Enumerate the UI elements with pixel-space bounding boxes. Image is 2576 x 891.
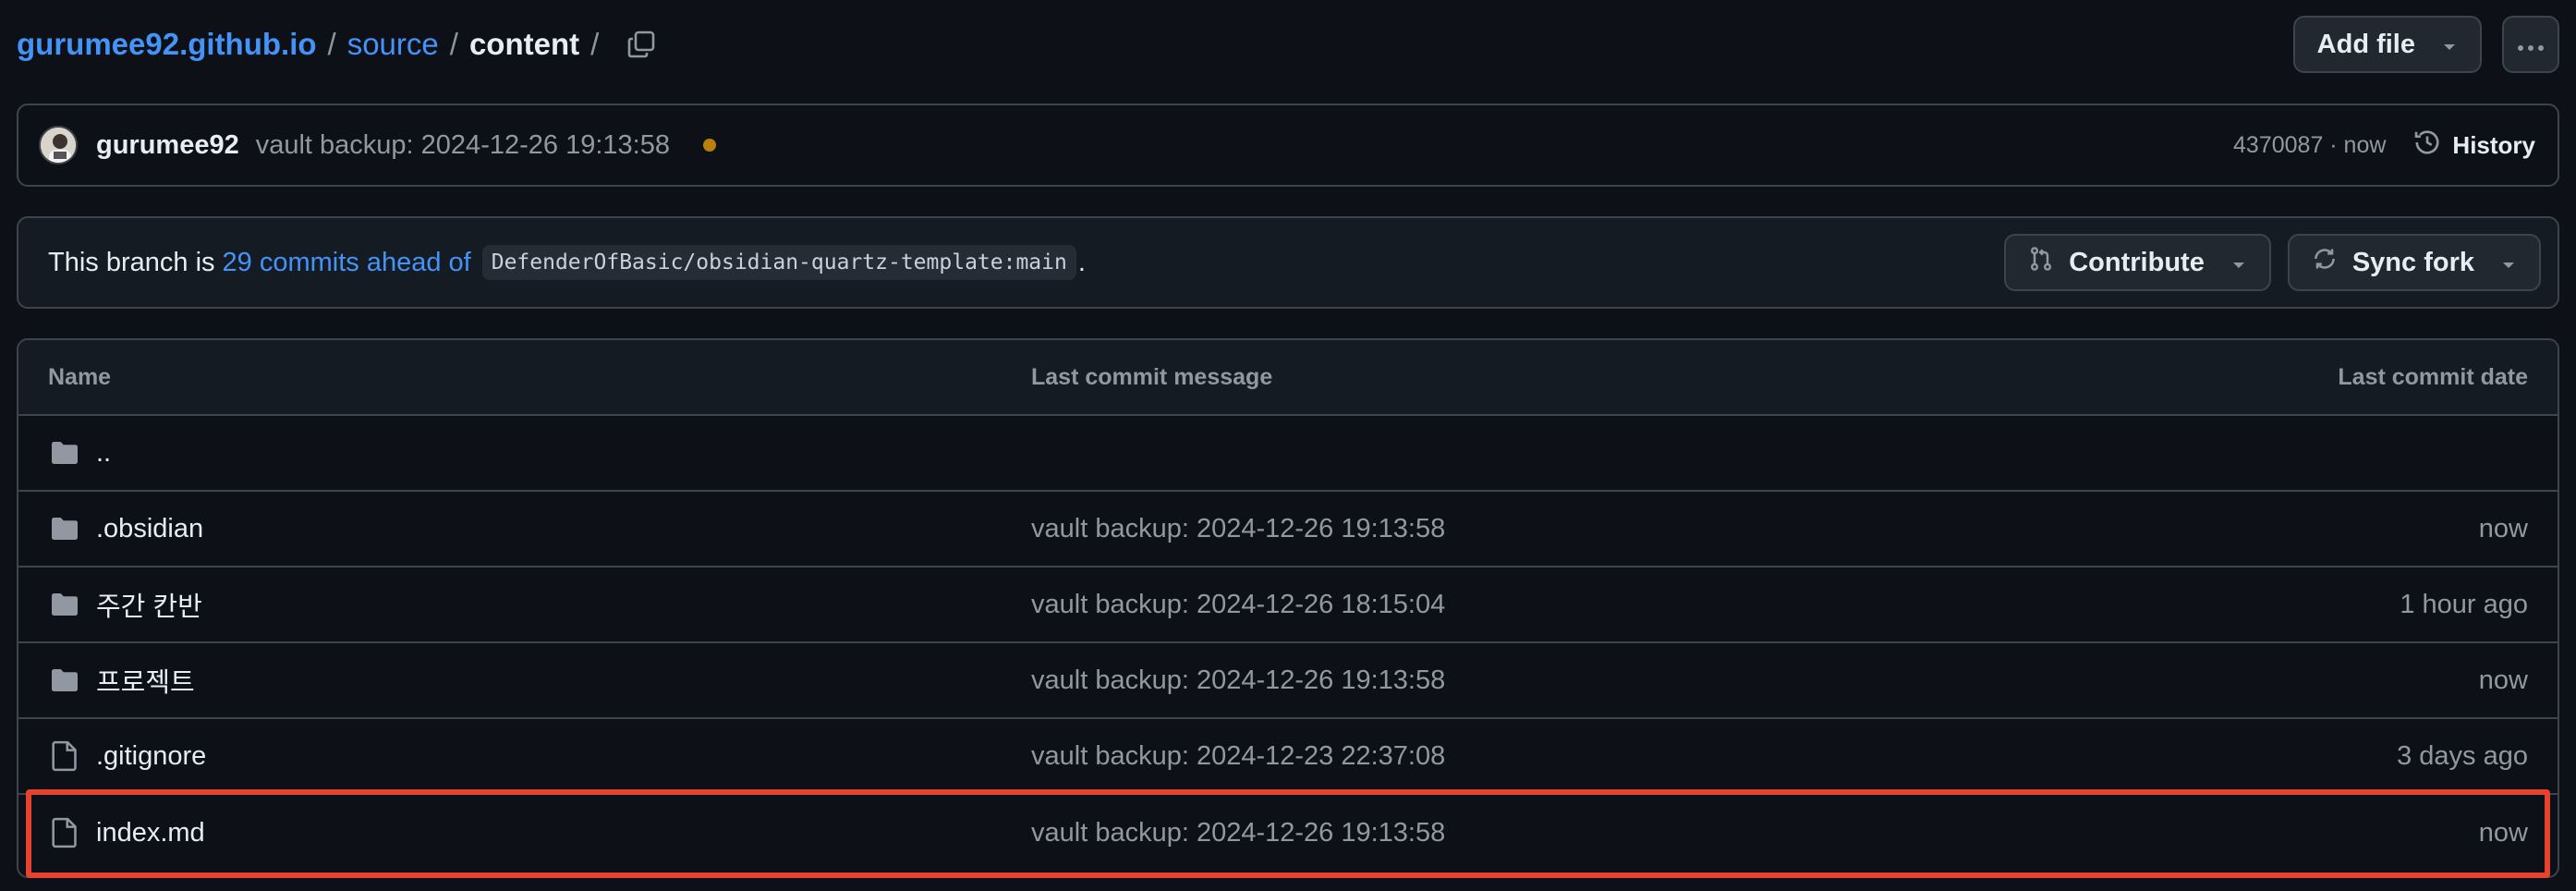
commit-info: gurumee92 vault backup: 2024-12-26 19:13… [39,126,716,165]
history-icon [2413,128,2441,163]
file-icon [48,817,81,848]
branch-actions: Contribute Sync fork [2004,234,2541,291]
branch-status-text: This branch is 29 commits ahead of Defen… [48,245,1086,280]
row-name-link[interactable]: 주간 칸반 [96,585,202,624]
table-row[interactable]: index.md vault backup: 2024-12-26 19:13:5… [18,795,2558,871]
table-header: Name Last commit message Last commit dat… [18,340,2558,416]
row-commit-date: now [2478,513,2528,543]
sync-fork-label: Sync fork [2351,247,2474,277]
column-header-name: Name [48,363,112,390]
branch-status-suffix: . [1077,247,1086,277]
file-icon [48,740,81,772]
folder-icon [48,592,81,617]
top-actions: Add file [2292,16,2559,73]
row-name-cell: .gitignore [18,740,1031,772]
sync-icon [2312,246,2338,279]
breadcrumb-separator: / [449,27,458,61]
contribute-button[interactable]: Contribute [2004,234,2271,291]
commit-message-link[interactable]: vault backup: 2024-12-26 19:13:58 [256,130,670,161]
breadcrumb: gurumee92.github.io / source / content / [17,27,656,62]
table-row[interactable]: .obsidian vault backup: 2024-12-26 19:13:… [18,492,2558,568]
column-header-date: Last commit date [2338,363,2528,390]
more-options-button[interactable] [2502,16,2559,73]
commit-status-dot-icon[interactable] [702,139,716,152]
row-commit-message[interactable]: vault backup: 2024-12-26 19:13:58 [1031,818,1911,848]
row-commit-date: now [2478,817,2528,848]
sync-fork-button[interactable]: Sync fork [2287,234,2541,291]
row-name-cell: .obsidian [18,514,1031,544]
folder-icon [48,440,81,466]
commit-author-link[interactable]: gurumee92 [96,130,239,161]
breadcrumb-current: content [468,27,580,61]
table-row[interactable]: 프로젝트 vault backup: 2024-12-26 19:13:58 now [18,643,2558,719]
chevron-down-icon [2230,248,2247,278]
avatar[interactable] [39,126,78,165]
row-name-cell: .. [18,438,1031,469]
history-button[interactable]: History [2413,128,2535,163]
breadcrumb-repo-link[interactable]: gurumee92.github.io [17,27,317,62]
row-commit-message[interactable]: vault backup: 2024-12-23 22:37:08 [1031,741,1911,772]
upstream-branch-chip: DefenderOfBasic/obsidian-quartz-template… [481,245,1076,280]
row-commit-message[interactable]: vault backup: 2024-12-26 18:15:04 [1031,590,1911,620]
git-pull-request-icon [2028,246,2054,279]
row-commit-message[interactable]: vault backup: 2024-12-26 19:13:58 [1031,514,1911,544]
table-row[interactable]: 주간 칸반 vault backup: 2024-12-26 18:15:04 1 … [18,568,2558,643]
branch-status-bar: This branch is 29 commits ahead of Defen… [17,216,2559,309]
column-header-message: Last commit message [1031,363,1273,390]
row-name-link[interactable]: .obsidian [96,514,203,544]
folder-icon [48,667,81,693]
commits-ahead-link[interactable]: 29 commits ahead of [223,248,471,278]
page-header: gurumee92.github.io / source / content /… [17,0,2559,89]
row-name-link[interactable]: 프로젝트 [96,661,195,700]
breadcrumb-separator: / [327,27,336,61]
commit-hash-time[interactable]: 4370087 · now [2233,132,2386,159]
add-file-label: Add file [2316,29,2415,59]
row-commit-date: now [2478,665,2528,695]
commit-meta: 4370087 · now History [2233,128,2535,163]
chevron-down-icon [2500,248,2517,278]
contribute-label: Contribute [2069,247,2205,277]
breadcrumb-source-link[interactable]: source [347,27,439,62]
table-row[interactable]: .. [18,416,2558,492]
branch-status-prefix: This branch is [48,247,215,277]
row-name-cell: 프로젝트 [18,661,1031,700]
chevron-down-icon [2441,30,2458,60]
kebab-horizontal-icon [2517,30,2545,60]
row-name-link[interactable]: .gitignore [96,741,206,772]
add-file-button[interactable]: Add file [2292,16,2482,73]
folder-icon [48,516,81,542]
latest-commit-bar: gurumee92 vault backup: 2024-12-26 19:13… [17,104,2559,187]
file-table: Name Last commit message Last commit dat… [17,338,2559,878]
row-name-link[interactable]: index.md [96,818,205,848]
table-row[interactable]: .gitignore vault backup: 2024-12-23 22:37… [18,719,2558,795]
row-name-link[interactable]: .. [96,438,111,469]
row-commit-date: 3 days ago [2397,740,2528,771]
breadcrumb-separator: / [590,27,600,61]
history-label: History [2452,130,2535,159]
copy-path-icon[interactable] [626,30,656,59]
row-name-cell: index.md [18,817,1031,848]
row-commit-date: 1 hour ago [2400,589,2528,619]
row-commit-message[interactable]: vault backup: 2024-12-26 19:13:58 [1031,665,1911,696]
row-name-cell: 주간 칸반 [18,585,1031,624]
